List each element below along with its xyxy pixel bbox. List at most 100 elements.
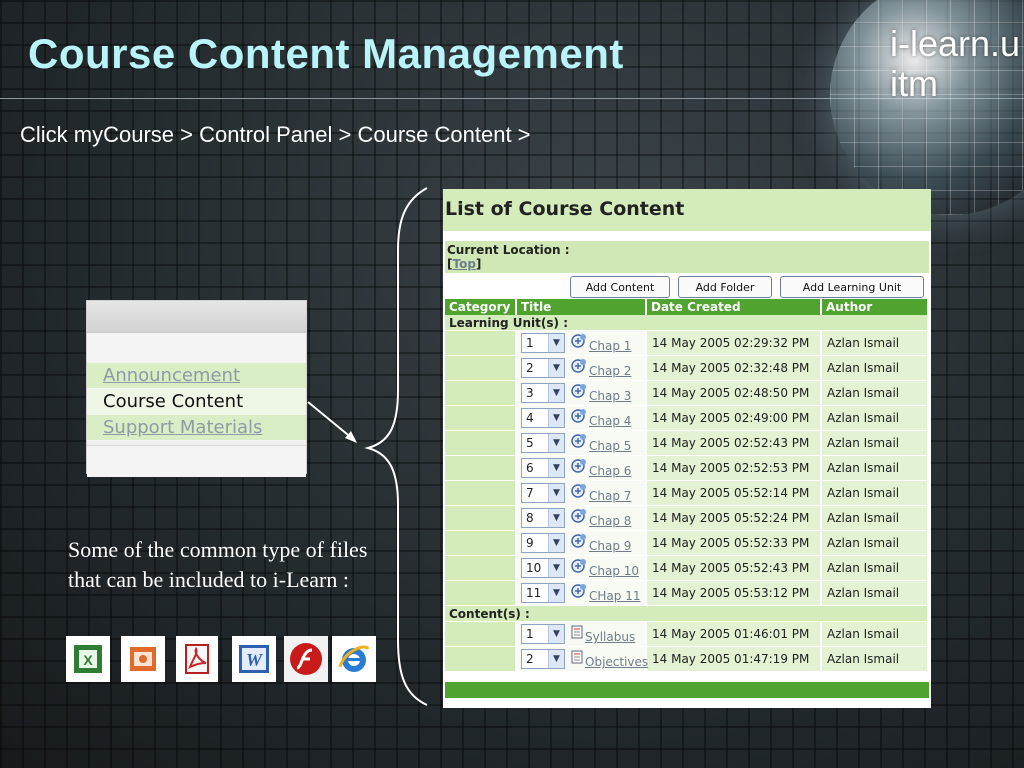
order-select[interactable]: 11 ▼ (521, 582, 565, 603)
learning-unit-row: 7 ▼ Chap 7 14 May 2005 05:52:14 PM Azlan Ism… (445, 481, 929, 506)
order-select[interactable]: 3 ▼ (521, 382, 565, 403)
excel-icon: X (66, 636, 110, 682)
slide-title: Course Content Management (28, 30, 624, 77)
item-title-link[interactable]: Chap 8 (589, 514, 631, 528)
title-cell: 11 ▼ CHap 11 (517, 581, 647, 606)
order-value: 3 (526, 385, 534, 400)
category-cell (445, 406, 517, 431)
curly-brace (364, 187, 428, 706)
title-cell: 1 ▼ Chap 1 (517, 331, 647, 356)
internet-explorer-icon (332, 636, 376, 682)
category-cell (445, 531, 517, 556)
menu-item-announcement[interactable]: Announcement (87, 363, 306, 389)
author-cell: Azlan Ismail (822, 406, 929, 431)
navigation-instruction: Click myCourse > Control Panel > Course … (20, 122, 531, 147)
title-cell: 2 ▼ Objectives (517, 647, 648, 672)
chevron-down-icon: ▼ (548, 483, 564, 502)
course-menu-screenshot: Announcement Course Content Support Mate… (86, 300, 307, 477)
item-title-link[interactable]: Chap 6 (589, 464, 631, 478)
item-title-link[interactable]: CHap 11 (589, 589, 640, 603)
title-cell: 4 ▼ Chap 4 (517, 406, 647, 431)
svg-text:W: W (246, 650, 264, 670)
author-cell: Azlan Ismail (822, 381, 929, 406)
pdf-icon (176, 636, 218, 682)
menu-item-support-materials[interactable]: Support Materials (87, 415, 306, 441)
learning-unit-row: 9 ▼ Chap 9 14 May 2005 05:52:33 PM Azlan Ism… (445, 531, 929, 556)
author-cell: Azlan Ismail (822, 356, 929, 381)
item-title-link[interactable]: Chap 9 (589, 539, 631, 553)
author-cell: Azlan Ismail (822, 556, 929, 581)
item-title-link[interactable]: Objectives (585, 655, 648, 669)
title-cell: 10 ▼ Chap 10 (517, 556, 647, 581)
item-title-link[interactable]: Chap 1 (589, 339, 631, 353)
item-title-link[interactable]: Chap 5 (589, 439, 631, 453)
author-cell: Azlan Ismail (822, 581, 929, 606)
category-cell (445, 356, 517, 381)
order-select[interactable]: 9 ▼ (521, 532, 565, 553)
author-cell: Azlan Ismail (822, 331, 929, 356)
course-content-panel: List of Course Content Current Location … (443, 189, 931, 708)
chevron-down-icon: ▼ (548, 558, 564, 577)
title-cell: 7 ▼ Chap 7 (517, 481, 647, 506)
category-cell (445, 431, 517, 456)
author-cell: Azlan Ismail (822, 456, 929, 481)
panel-toolbar: Add Content Add Folder Add Learning Unit (443, 273, 931, 299)
order-select[interactable]: 2 ▼ (521, 648, 565, 669)
order-value: 6 (526, 460, 534, 475)
chevron-down-icon: ▼ (548, 649, 564, 668)
course-content-table: Category Title Date Created Author Learn… (445, 299, 929, 672)
order-select[interactable]: 4 ▼ (521, 407, 565, 428)
chevron-down-icon: ▼ (548, 358, 564, 377)
date-created-cell: 14 May 2005 02:48:50 PM (647, 381, 822, 406)
order-value: 2 (526, 360, 534, 375)
item-title-link[interactable]: Syllabus (585, 630, 635, 644)
date-created-cell: 14 May 2005 05:52:24 PM (647, 506, 822, 531)
order-select[interactable]: 1 ▼ (521, 623, 565, 644)
add-content-button[interactable]: Add Content (570, 276, 670, 298)
order-select[interactable]: 1 ▼ (521, 332, 565, 353)
order-value: 10 (526, 560, 542, 575)
column-header-author: Author (822, 299, 929, 315)
date-created-cell: 14 May 2005 01:46:01 PM (647, 622, 822, 647)
item-title-link[interactable]: Chap 7 (589, 489, 631, 503)
top-link[interactable]: Top (452, 257, 475, 271)
item-title-link[interactable]: Chap 10 (589, 564, 639, 578)
date-created-cell: 14 May 2005 02:32:48 PM (647, 356, 822, 381)
chevron-down-icon: ▼ (548, 533, 564, 552)
order-select[interactable]: 7 ▼ (521, 482, 565, 503)
order-select[interactable]: 2 ▼ (521, 357, 565, 378)
order-select[interactable]: 5 ▼ (521, 432, 565, 453)
item-title-link[interactable]: Chap 3 (589, 389, 631, 403)
learning-unit-row: 2 ▼ Chap 2 14 May 2005 02:32:48 PM Azlan Ism… (445, 356, 929, 381)
author-cell: Azlan Ismail (822, 647, 929, 672)
menu-item-course-content[interactable]: Course Content (87, 389, 306, 415)
item-title-link[interactable]: Chap 2 (589, 364, 631, 378)
title-cell: 5 ▼ Chap 5 (517, 431, 647, 456)
author-cell: Azlan Ismail (822, 506, 929, 531)
date-created-cell: 14 May 2005 05:52:33 PM (647, 531, 822, 556)
order-value: 8 (526, 510, 534, 525)
date-created-cell: 14 May 2005 05:52:43 PM (647, 556, 822, 581)
panel-footer-bar (445, 682, 929, 698)
word-icon: W (232, 636, 276, 682)
learning-units-section-label: Learning Unit(s) : (445, 315, 929, 331)
column-header-date-created: Date Created (647, 299, 822, 315)
order-select[interactable]: 8 ▼ (521, 507, 565, 528)
order-select[interactable]: 10 ▼ (521, 557, 565, 578)
column-header-category: Category (445, 299, 517, 315)
category-cell (445, 647, 517, 672)
order-value: 2 (526, 651, 534, 666)
title-cell: 6 ▼ Chap 6 (517, 456, 647, 481)
category-cell (445, 456, 517, 481)
learning-unit-icon (571, 408, 587, 428)
add-learning-unit-button[interactable]: Add Learning Unit (780, 276, 924, 298)
category-cell (445, 381, 517, 406)
date-created-cell: 14 May 2005 01:47:19 PM (647, 647, 822, 672)
add-folder-button[interactable]: Add Folder (678, 276, 772, 298)
item-title-link[interactable]: Chap 4 (589, 414, 631, 428)
site-logo-text: i-learn.uitm (890, 23, 1021, 104)
order-select[interactable]: 6 ▼ (521, 457, 565, 478)
document-icon (571, 650, 583, 668)
order-value: 11 (526, 585, 542, 600)
category-cell (445, 506, 517, 531)
